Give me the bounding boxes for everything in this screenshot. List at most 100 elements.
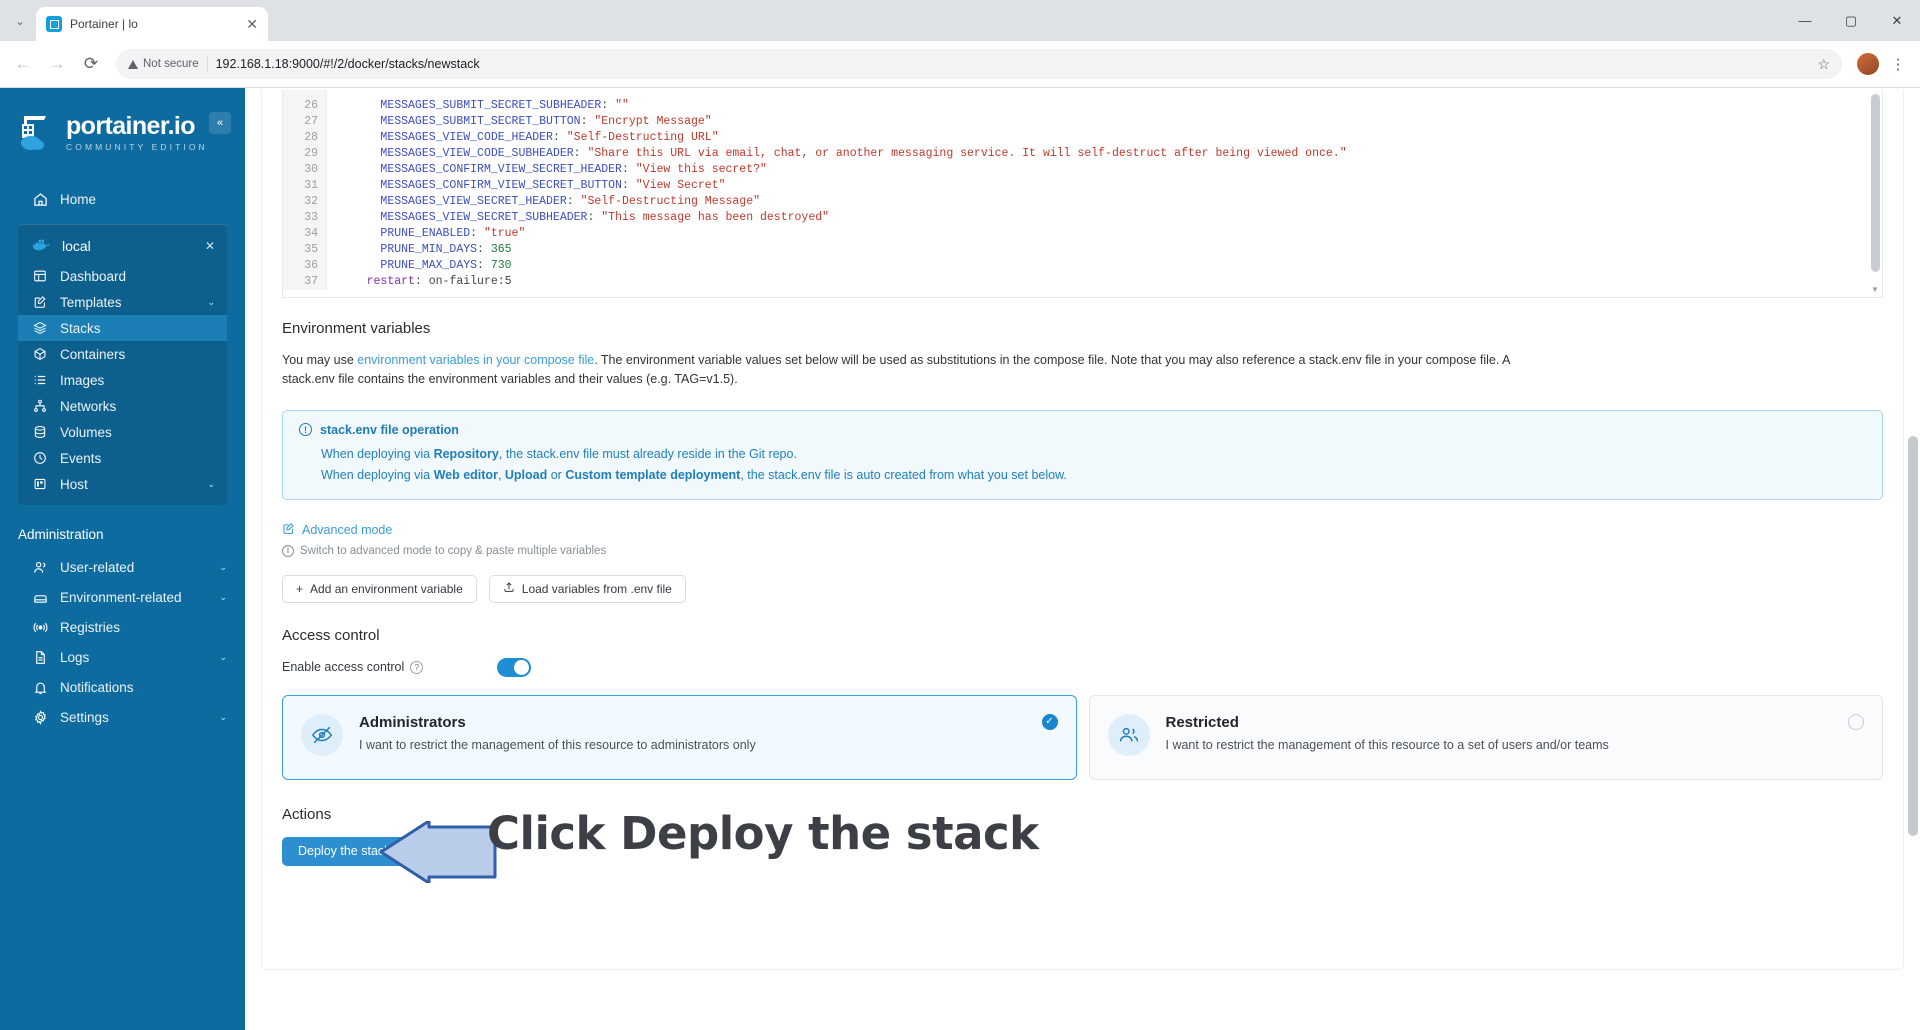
registries-icon — [32, 619, 48, 635]
main-content: 26 27 28 29 30 31 32 33 34 35 36 37 MESS… — [245, 88, 1920, 1030]
host-icon — [32, 476, 48, 492]
forward-icon[interactable]: → — [42, 49, 72, 79]
sidebar-item-home-label: Home — [60, 191, 97, 207]
load-variables-button[interactable]: Load variables from .env file — [488, 574, 686, 603]
sidebar-item-dashboard[interactable]: Dashboard — [18, 263, 227, 289]
sidebar-item-containers[interactable]: Containers — [18, 341, 227, 367]
chevron-down-icon[interactable]: ⌄ — [219, 562, 227, 573]
env-help-link[interactable]: environment variables in your compose fi… — [357, 353, 594, 367]
code-line: MESSAGES_CONFIRM_VIEW_SECRET_HEADER: "Vi… — [380, 163, 767, 176]
info-box-title: stack.env file operation — [320, 422, 459, 437]
sidebar-item-events-label: Events — [60, 450, 102, 466]
line-number: 27 — [304, 115, 318, 128]
page-scrollbar[interactable] — [1908, 88, 1918, 1030]
window-minimize-button[interactable]: — — [1782, 0, 1828, 41]
code-line: PRUNE_MAX_DAYS: 730 — [380, 259, 512, 272]
sidebar-item-user-related[interactable]: User-related ⌄ — [0, 552, 245, 582]
access-card-administrators[interactable]: Administrators I want to restrict the ma… — [282, 694, 1077, 780]
tab-search-chevron-icon[interactable]: ⌄ — [6, 7, 34, 35]
access-card-administrators-check-icon[interactable]: ✓ — [1041, 713, 1058, 730]
sidebar-logo[interactable]: portainer.io COMMUNITY EDITION « — [0, 106, 245, 154]
info-row1-bold: Repository — [433, 446, 499, 461]
back-icon[interactable]: ← — [8, 49, 38, 79]
sidebar-logo-text: portainer.io COMMUNITY EDITION — [66, 114, 208, 152]
sidebar-item-registries[interactable]: Registries — [0, 612, 245, 642]
not-secure-label: Not secure — [143, 58, 199, 70]
line-number: 28 — [304, 131, 318, 144]
code-line: MESSAGES_CONFIRM_VIEW_SECRET_BUTTON: "Vi… — [380, 179, 726, 192]
sidebar-collapse-button[interactable]: « — [209, 112, 231, 134]
chevron-down-icon[interactable]: ⌄ — [207, 479, 215, 490]
sidebar-item-dashboard-label: Dashboard — [60, 268, 127, 284]
sidebar-item-events[interactable]: Events — [18, 445, 227, 471]
chevron-down-icon[interactable]: ⌄ — [219, 592, 227, 603]
sidebar-item-networks[interactable]: Networks — [18, 393, 227, 419]
networks-icon — [32, 398, 48, 414]
sidebar-environment-header[interactable]: local ✕ — [18, 229, 227, 263]
sidebar-item-home[interactable]: Home — [0, 186, 245, 212]
address-bar[interactable]: Not secure 192.168.1.18:9000/#!/2/docker… — [116, 49, 1842, 79]
sidebar-item-images-label: Images — [60, 372, 105, 388]
access-card-administrators-body: Administrators I want to restrict the ma… — [359, 714, 1058, 754]
add-environment-variable-button[interactable]: + Add an environment variable — [282, 574, 477, 603]
bookmark-star-icon[interactable]: ☆ — [1817, 56, 1830, 73]
info-row1-post: , the stack.env file must already reside… — [498, 446, 797, 461]
add-env-var-label: Add an environment variable — [310, 581, 463, 596]
window-close-button[interactable]: ✕ — [1874, 0, 1920, 41]
access-card-restricted-radio[interactable] — [1848, 713, 1864, 730]
line-number: 31 — [304, 179, 318, 192]
browser-window: ⌄ Portainer | lo ✕ — ▢ ✕ ← → ⟳ Not secur… — [0, 0, 1920, 1030]
editor-scrollbar[interactable] — [1871, 94, 1880, 281]
users-group-icon — [1107, 713, 1150, 756]
sidebar-item-logs[interactable]: Logs ⌄ — [0, 642, 245, 672]
not-secure-indicator[interactable]: Not secure — [128, 58, 199, 70]
sidebar-nav: Home local ✕ Dashboard Templates ⌄ Stack… — [0, 176, 245, 732]
browser-menu-icon[interactable]: ⋮ — [1884, 50, 1912, 78]
sidebar-item-environment-related[interactable]: Environment-related ⌄ — [0, 582, 245, 612]
browser-tabstrip: ⌄ Portainer | lo ✕ — ▢ ✕ — [0, 0, 1920, 41]
enable-access-control-switch[interactable] — [497, 657, 531, 677]
code-line: PRUNE_ENABLED: "true" — [380, 227, 526, 240]
sidebar-environment-close-icon[interactable]: ✕ — [205, 239, 215, 253]
sidebar-item-volumes[interactable]: Volumes — [18, 419, 227, 445]
chevron-down-icon[interactable]: ⌄ — [207, 297, 215, 308]
sidebar-item-settings[interactable]: Settings ⌄ — [0, 702, 245, 732]
sidebar-item-notifications-label: Notifications — [60, 679, 134, 695]
code-line: MESSAGES_VIEW_SECRET_HEADER: "Self-Destr… — [380, 195, 761, 208]
sidebar-item-host[interactable]: Host ⌄ — [18, 471, 227, 497]
line-number: 37 — [304, 275, 318, 288]
editor-code[interactable]: MESSAGES_SUBMIT_SECRET_SUBHEADER: "" MES… — [327, 90, 1882, 290]
editor-scroll-thumb[interactable] — [1871, 94, 1880, 272]
info-row2-bold1: Web editor — [433, 468, 498, 483]
line-number: 30 — [304, 163, 318, 176]
code-line: restart: on-failure:5 — [366, 275, 512, 288]
chevron-down-icon[interactable]: ⌄ — [219, 712, 227, 723]
chevron-down-icon[interactable]: ⌄ — [219, 652, 227, 663]
sidebar-item-stacks[interactable]: Stacks — [18, 315, 227, 341]
line-number: 32 — [304, 195, 318, 208]
access-card-restricted[interactable]: Restricted I want to restrict the manage… — [1088, 694, 1883, 780]
page-scroll-thumb[interactable] — [1908, 436, 1918, 836]
environment-icon — [32, 589, 48, 605]
eye-off-icon — [301, 713, 343, 756]
advanced-mode-note: i Switch to advanced mode to copy & past… — [282, 544, 1883, 557]
advanced-mode-toggle[interactable]: Advanced mode — [282, 522, 1883, 538]
code-line: MESSAGES_VIEW_CODE_HEADER: "Self-Destruc… — [380, 131, 719, 144]
events-icon — [32, 450, 48, 466]
browser-tab[interactable]: Portainer | lo ✕ — [36, 7, 268, 41]
editor-scroll-down-icon[interactable]: ▼ — [1869, 283, 1881, 295]
window-maximize-button[interactable]: ▢ — [1828, 0, 1874, 41]
sidebar-item-images[interactable]: Images — [18, 367, 227, 393]
info-box-row-2: When deploying via Web editor, Upload or… — [299, 467, 1866, 485]
profile-avatar[interactable] — [1856, 52, 1880, 76]
sidebar: portainer.io COMMUNITY EDITION « Home lo… — [0, 88, 245, 1030]
sidebar-item-notifications[interactable]: Notifications — [0, 672, 245, 702]
containers-icon — [32, 346, 48, 362]
sidebar-item-templates[interactable]: Templates ⌄ — [18, 289, 227, 315]
code-area[interactable]: 26 27 28 29 30 31 32 33 34 35 36 37 MESS… — [283, 90, 1882, 290]
compose-editor[interactable]: 26 27 28 29 30 31 32 33 34 35 36 37 MESS… — [282, 90, 1883, 298]
tab-close-icon[interactable]: ✕ — [246, 17, 258, 31]
reload-icon[interactable]: ⟳ — [76, 49, 106, 79]
sidebar-environment-block: local ✕ Dashboard Templates ⌄ Stacks Con… — [18, 224, 227, 505]
help-circle-icon[interactable]: ? — [410, 660, 424, 674]
